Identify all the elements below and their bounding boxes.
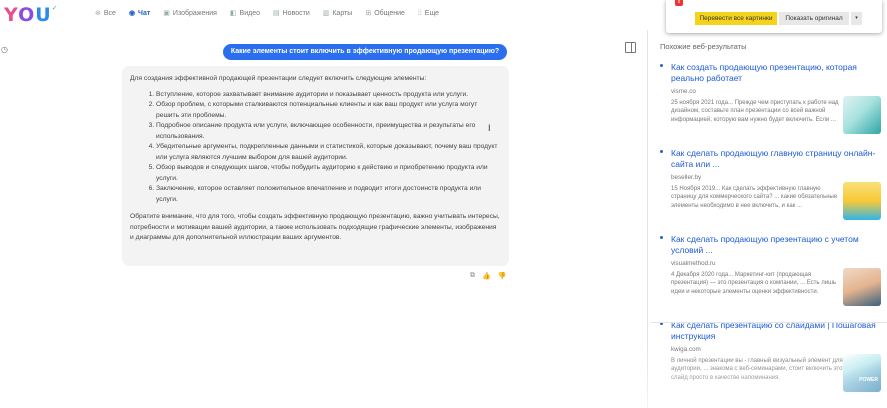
map-icon: ▥ [322,10,330,17]
result-thumbnail[interactable] [843,96,881,134]
list-item: Обзор выводов и следующих шагов, чтобы п… [156,163,501,184]
copy-icon[interactable]: ⧉ [470,272,475,280]
result-item: Как сделать продающую презентацию с учет… [660,234,882,320]
result-domain: kwiga.com [671,346,701,353]
tab-label: Общение [374,9,405,17]
result-snippet: 15 Ноября 2019... Как сделать эффективну… [671,186,838,209]
answer-outro: Обратите внимание, что для того, чтобы с… [130,213,500,241]
result-item: Как создать продающую презентацию, котор… [660,62,882,148]
community-icon: ⊞ [365,10,372,17]
list-item: Подробное описание продукта или услуги, … [156,121,501,142]
panel-toggle-icon[interactable] [625,42,636,53]
list-item: Обзор проблем, с которыми сталкиваются п… [156,100,501,121]
text-cursor-icon: I [488,123,491,133]
show-original-button[interactable]: Показать оригинал [779,12,849,25]
search-tabs: ⊛ Все ◉ Чат ▣ Изображения ◧ Видео ▤ Новости ▥… [95,9,439,18]
chevron-down-icon[interactable]: ▾ [851,12,862,25]
translate-all-images-button[interactable]: Перевести все картинки [695,12,777,25]
tab-label: Изображения [172,9,217,17]
translate-popup: x Перевести все картинки Показать оригин… [666,0,882,33]
result-domain: visme.co [671,88,696,95]
chat-icon: ◉ [128,10,136,17]
close-flag-icon[interactable]: x [675,0,683,6]
bullet-icon [660,150,663,153]
list-item: Убедительные аргументы, подкрепленные да… [156,142,501,163]
result-title-link[interactable]: Как сделать продающую главную страницу о… [671,148,881,170]
history-icon[interactable]: ◷ [1,45,8,54]
related-results: Как создать продающую презентацию, котор… [660,62,882,406]
result-thumbnail[interactable]: POWER [843,354,881,392]
tab-news[interactable]: ▤ Новости [273,9,310,18]
result-snippet: 25 ноября 2021 года... Прежде чем присту… [671,100,839,123]
result-snippet: 4 Декабря 2020 года... Маркетинг-кит (пр… [671,272,837,295]
result-item: Как сделать продающую главную страницу о… [660,148,882,234]
bullet-icon [660,64,663,67]
tab-chat[interactable]: ◉ Чат [128,9,151,18]
list-item: Заключение, которое оставляет положитель… [156,184,501,205]
result-title-link[interactable]: Как создать продающую презентацию, котор… [671,62,881,84]
result-snippet: В личной презентации вы - главный визуал… [671,358,846,381]
tab-all[interactable]: ⊛ Все [95,9,116,18]
globe-icon: ⊛ [95,10,101,17]
thumbs-up-icon[interactable]: 👍 [482,272,491,280]
result-domain: visualmethod.ru [671,260,716,267]
video-icon: ◧ [229,10,237,17]
result-title-link[interactable]: Как сделать презентацию со слайдами | По… [671,320,881,342]
tab-label: Еще [424,9,440,17]
related-heading: Похожие веб-результаты [660,42,747,51]
tab-label: Чат [138,9,151,17]
you-logo[interactable]: YOU✓ [4,4,59,26]
thumbs-down-icon[interactable]: 👎 [498,272,507,280]
tab-community[interactable]: ⊞ Общение [365,9,405,18]
news-icon: ▤ [273,10,280,17]
tab-label: Новости [282,9,310,17]
tab-label: Все [103,9,116,17]
more-icon: ⁞⁞ [417,9,422,17]
bullet-icon [660,236,663,239]
tab-maps[interactable]: ▥ Карты [322,9,353,18]
user-question-bubble: Какие элементы стоит включить в эффектив… [223,44,507,60]
answer-intro: Для создания эффективной продающей презе… [130,75,427,82]
result-thumbnail[interactable] [843,268,881,306]
result-item: Как сделать презентацию со слайдами | По… [660,320,882,406]
thumbnail-label: POWER [859,377,878,383]
result-title-link[interactable]: Как сделать продающую презентацию с учет… [671,234,881,256]
result-domain: beseller.by [671,174,702,181]
assistant-answer: Для создания эффективной продающей презе… [122,66,509,266]
divider [647,30,648,408]
answer-list: Вступление, которое захватывает внимание… [130,90,501,206]
tab-video[interactable]: ◧ Видео [229,9,260,18]
divider [651,322,887,323]
tab-label: Видео [239,9,260,17]
tab-more[interactable]: ⁞⁞ Еще [418,9,439,17]
list-item: Вступление, которое захватывает внимание… [156,90,501,101]
tab-label: Карты [332,9,353,17]
feedback-bar: ⧉ 👍 👎 [470,272,506,280]
image-icon: ▣ [163,10,170,17]
result-thumbnail[interactable] [843,182,881,220]
tab-images[interactable]: ▣ Изображения [163,9,217,18]
